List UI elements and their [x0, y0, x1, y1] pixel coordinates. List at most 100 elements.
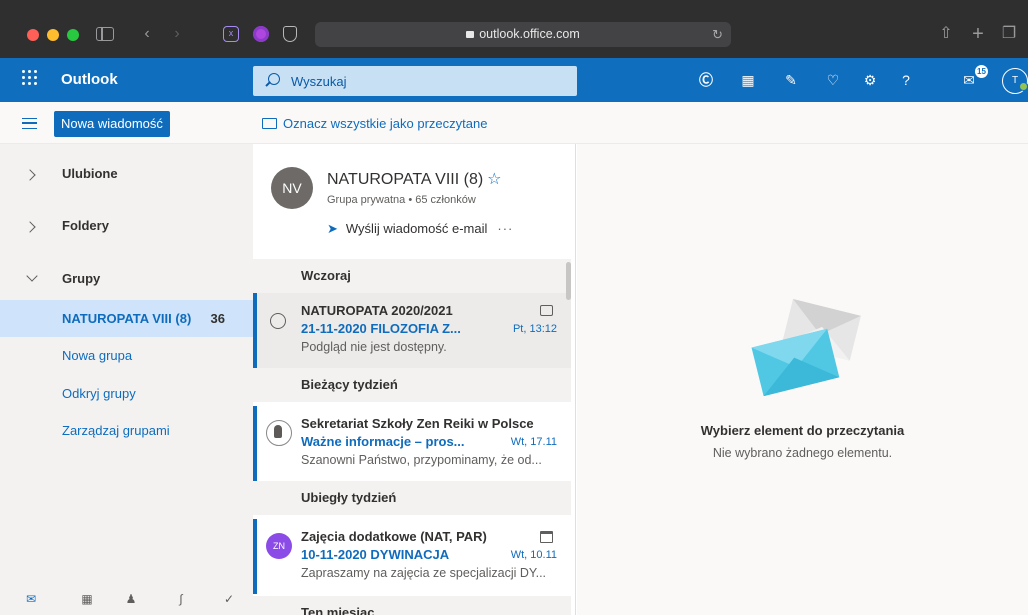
- extension-tor-icon[interactable]: [253, 26, 269, 42]
- message-item[interactable]: NATUROPATA 2020/2021 21-11-2020 FILOZOFI…: [253, 293, 571, 368]
- message-time: Pt, 13:12: [512, 323, 557, 335]
- back-icon[interactable]: ‹: [140, 24, 154, 44]
- message-time: Wt, 10.11: [510, 549, 557, 561]
- attachment-icon[interactable]: ∫: [172, 592, 190, 608]
- search-icon: [268, 73, 280, 85]
- presence-indicator: [1019, 82, 1028, 91]
- group-type: Grupa prywatna: [327, 194, 406, 206]
- message-sender: NATUROPATA 2020/2021: [301, 303, 453, 318]
- browser-toolbar: ‹ › x outlook.office.com ↻ ⇧ + ❐: [0, 0, 1028, 58]
- nav-groups-label: Grupy: [62, 271, 101, 286]
- message-subject: Ważne informacje – pros...: [301, 434, 465, 449]
- sender-avatar: ZN: [266, 533, 292, 559]
- manage-groups-link[interactable]: Zarządzaj grupami: [0, 412, 253, 449]
- section-header-this-month: Ten miesiąc: [253, 596, 571, 615]
- module-switcher: ✉ ▦ ♟ ∫ ✓: [0, 586, 253, 615]
- nav-favorites[interactable]: Ulubione: [0, 147, 253, 199]
- empty-state-title: Wybierz element do przeczytania: [700, 423, 905, 438]
- notification-badge: 15: [975, 65, 988, 78]
- mark-all-read-button[interactable]: Oznacz wszystkie jako przeczytane: [262, 116, 487, 131]
- app-launcher-icon[interactable]: [22, 70, 38, 86]
- hamburger-menu-icon[interactable]: [22, 118, 37, 129]
- new-group-link[interactable]: Nowa grupa: [0, 337, 253, 374]
- privacy-shield-icon[interactable]: [283, 26, 297, 42]
- message-preview: Zapraszamy na zajęcia ze specjalizacji D…: [301, 566, 547, 580]
- message-list: NV NATUROPATA VIII (8) ☆ Grupa prywatna •…: [253, 144, 576, 615]
- chevron-right-icon: [24, 169, 36, 181]
- group-item-naturopata[interactable]: NATUROPATA VIII (8) 36: [0, 300, 253, 337]
- search-input[interactable]: Wyszukaj: [253, 66, 577, 96]
- group-item-label: NATUROPATA VIII (8): [62, 311, 192, 326]
- address-bar[interactable]: outlook.office.com ↻: [315, 22, 731, 47]
- send-email-label: Wyślij wiadomość e-mail: [345, 221, 488, 236]
- minimize-window-button[interactable]: [47, 29, 59, 41]
- mark-all-read-label: Oznacz wszystkie jako przeczytane: [283, 116, 488, 131]
- group-members[interactable]: 65 członków: [415, 194, 476, 206]
- list-scrollbar[interactable]: [566, 262, 571, 300]
- empty-state-subtitle: Nie wybrano żadnego elementu.: [712, 446, 893, 460]
- app-title[interactable]: Outlook: [61, 71, 118, 88]
- forward-icon[interactable]: ›: [170, 24, 184, 44]
- unread-count: 36: [210, 311, 225, 326]
- chevron-down-icon: [26, 270, 38, 282]
- todo-icon[interactable]: ✓: [220, 592, 238, 608]
- message-item[interactable]: Sekretariat Szkoły Zen Reiki w Polsce Wa…: [253, 406, 571, 481]
- group-header: NV NATUROPATA VIII (8) ☆ Grupa prywatna •…: [253, 144, 575, 259]
- message-sender: Sekretariat Szkoły Zen Reiki w Polsce: [301, 416, 534, 431]
- more-options-icon[interactable]: ···: [497, 221, 513, 236]
- nav-groups[interactable]: Grupy: [0, 252, 253, 304]
- nav-favorites-label: Ulubione: [62, 166, 118, 181]
- extension-shield-icon[interactable]: x: [223, 26, 239, 42]
- mail-icon[interactable]: ✉: [22, 592, 40, 608]
- zoom-window-button[interactable]: [67, 29, 79, 41]
- new-message-button[interactable]: Nowa wiadomość: [54, 111, 170, 137]
- sender-avatar: [266, 420, 292, 446]
- sidebar-toggle-icon[interactable]: [96, 27, 114, 41]
- message-subject: 10-11-2020 DYWINACJA: [301, 547, 450, 562]
- gear-icon[interactable]: ⚙: [859, 69, 881, 91]
- envelope-open-icon: [540, 305, 553, 316]
- skype-icon[interactable]: Ⓒ: [695, 69, 717, 91]
- command-bar: Nowa wiadomość Oznacz wszystkie jako prz…: [0, 102, 1028, 144]
- section-header-yesterday: Wczoraj: [253, 259, 571, 293]
- bell-icon[interactable]: ♡: [822, 69, 844, 91]
- group-title: NATUROPATA VIII (8) ☆: [327, 169, 502, 189]
- my-day-icon[interactable]: ✎: [780, 69, 802, 91]
- teams-icon[interactable]: ▦: [737, 69, 759, 91]
- discover-groups-link[interactable]: Odkryj grupy: [0, 375, 253, 412]
- section-header-last-week: Ubiegły tydzień: [253, 481, 571, 515]
- message-preview: Szanowni Państwo, przypominamy, że od...: [301, 453, 542, 467]
- section-header-this-week: Bieżący tydzień: [253, 368, 571, 402]
- send-email-button[interactable]: ➤ Wyślij wiadomość e-mail ···: [327, 221, 513, 237]
- nav-folders-label: Foldery: [62, 218, 109, 233]
- calendar-icon[interactable]: ▦: [78, 592, 96, 608]
- lock-icon: [466, 31, 475, 38]
- people-icon[interactable]: ♟: [122, 592, 140, 608]
- close-window-button[interactable]: [27, 29, 39, 41]
- select-radio[interactable]: [270, 313, 286, 329]
- message-item[interactable]: ZN Zajęcia dodatkowe (NAT, PAR) 10-11-20…: [253, 519, 571, 594]
- group-title-text: NATUROPATA VIII (8): [327, 171, 484, 188]
- url-text: outlook.office.com: [479, 27, 580, 41]
- message-sender: Zajęcia dodatkowe (NAT, PAR): [301, 529, 487, 544]
- share-icon[interactable]: ⇧: [937, 24, 955, 44]
- star-icon[interactable]: ☆: [487, 171, 501, 188]
- group-info: Grupa prywatna • 65 członków: [327, 194, 476, 206]
- empty-envelopes-illustration: [751, 299, 861, 396]
- message-time: Wt, 17.11: [510, 436, 557, 448]
- help-icon[interactable]: ?: [895, 69, 917, 91]
- tabs-overview-icon[interactable]: ❐: [1000, 24, 1018, 44]
- reading-pane: Wybierz element do przeczytania Nie wybr…: [577, 144, 1028, 615]
- message-subject: 21-11-2020 FILOZOFIA Z...: [301, 321, 461, 336]
- send-icon: ➤: [327, 221, 338, 236]
- message-preview: Podgląd nie jest dostępny.: [301, 340, 447, 354]
- chevron-right-icon: [24, 221, 36, 233]
- group-avatar[interactable]: NV: [271, 167, 313, 209]
- nav-folders[interactable]: Foldery: [0, 199, 253, 251]
- new-tab-icon[interactable]: +: [969, 24, 987, 44]
- envelope-open-icon: [262, 118, 277, 129]
- reload-icon[interactable]: ↻: [712, 22, 723, 47]
- outlook-header: Outlook Wyszukaj Ⓒ ▦ ✎ ♡ ⚙ ? ✉ 15 T: [0, 58, 1028, 102]
- folder-pane: Ulubione Foldery Grupy NATUROPATA VIII (…: [0, 144, 253, 615]
- search-placeholder: Wyszukaj: [291, 74, 347, 89]
